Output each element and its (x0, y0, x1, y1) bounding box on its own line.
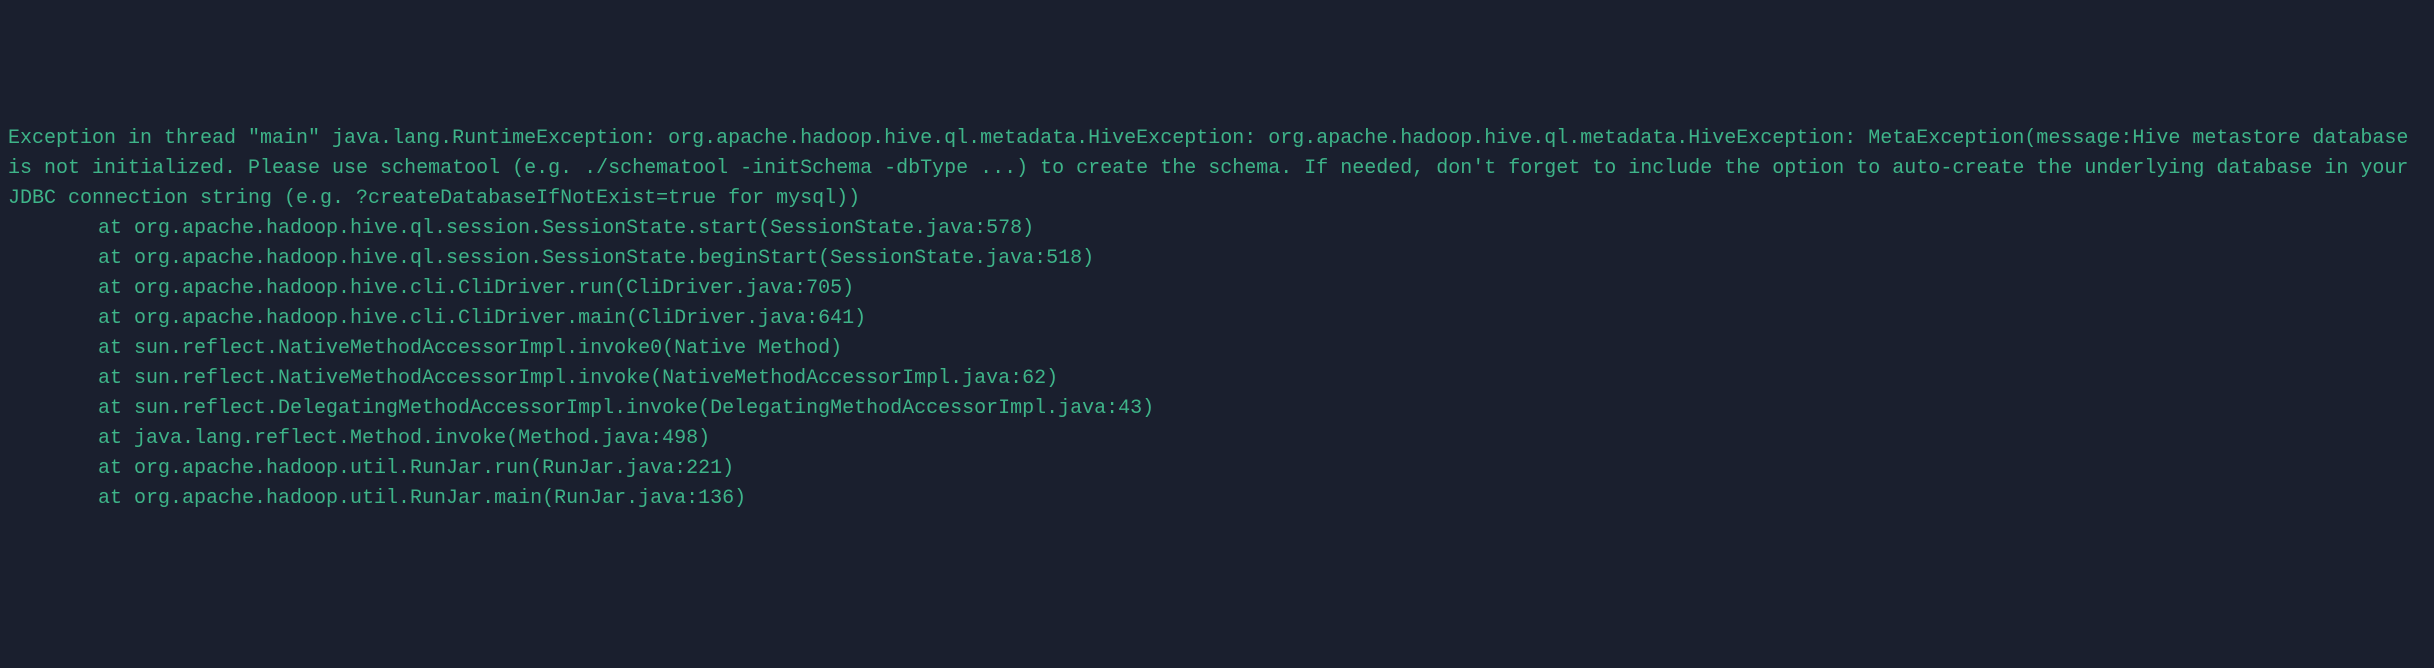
stack-frame: at org.apache.hadoop.hive.ql.session.Ses… (8, 244, 2426, 274)
stack-frame: at org.apache.hadoop.util.RunJar.run(Run… (8, 454, 2426, 484)
stack-frame: at sun.reflect.NativeMethodAccessorImpl.… (8, 334, 2426, 364)
stack-frame: at sun.reflect.NativeMethodAccessorImpl.… (8, 364, 2426, 394)
terminal-output: Exception in thread "main" java.lang.Run… (8, 124, 2426, 514)
stack-frame: at org.apache.hadoop.hive.cli.CliDriver.… (8, 274, 2426, 304)
stack-frame: at org.apache.hadoop.hive.ql.session.Ses… (8, 214, 2426, 244)
stack-frame: at java.lang.reflect.Method.invoke(Metho… (8, 424, 2426, 454)
stack-frame: at sun.reflect.DelegatingMethodAccessorI… (8, 394, 2426, 424)
stack-frame: at org.apache.hadoop.hive.cli.CliDriver.… (8, 304, 2426, 334)
exception-message: Exception in thread "main" java.lang.Run… (8, 124, 2426, 214)
stack-frame: at org.apache.hadoop.util.RunJar.main(Ru… (8, 484, 2426, 514)
